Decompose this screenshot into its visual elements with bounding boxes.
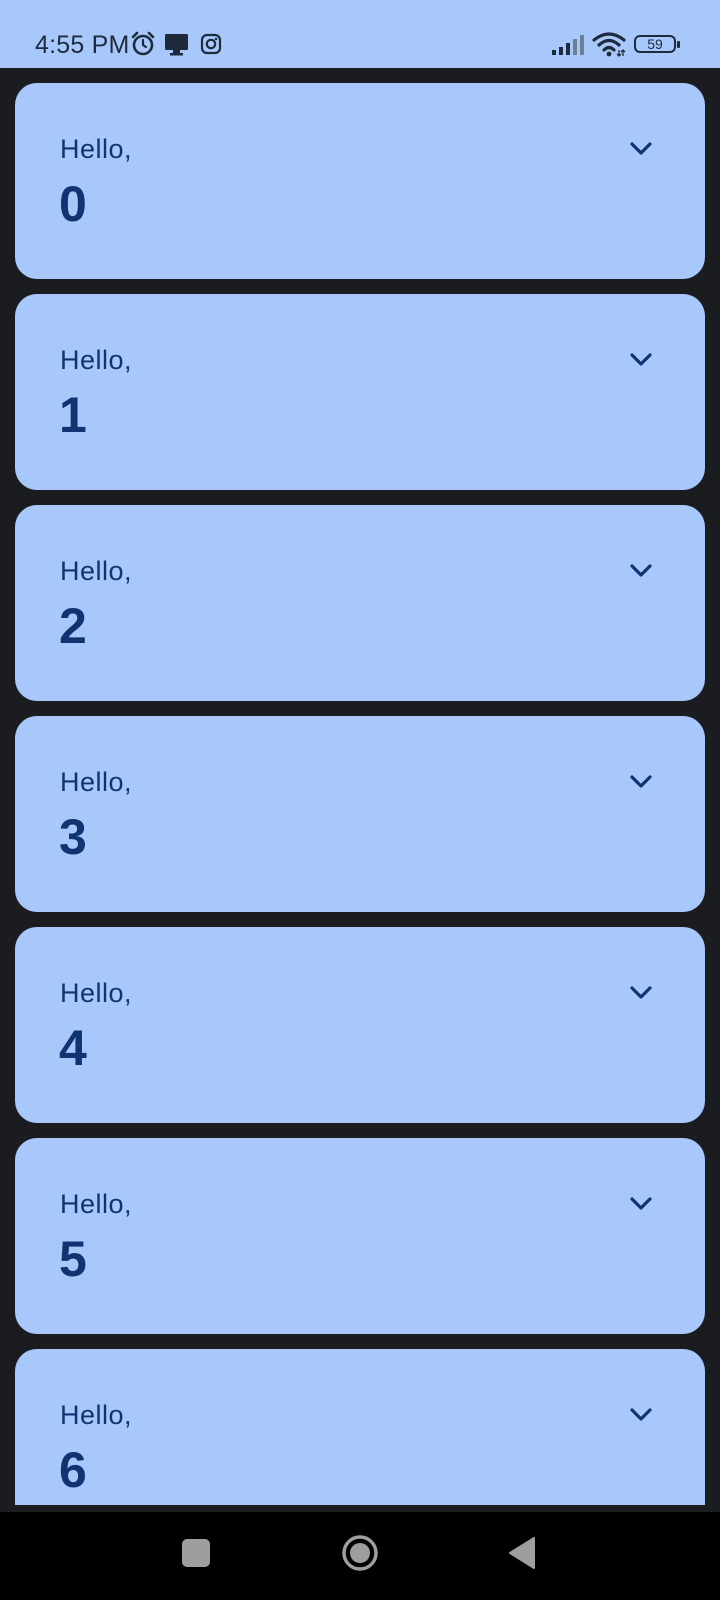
card-greeting: Hello, — [60, 345, 133, 375]
chevron-down-icon[interactable] — [627, 560, 655, 582]
expandable-card[interactable]: Hello, 6 — [15, 1349, 705, 1505]
battery-level: 59 — [647, 36, 663, 52]
home-icon[interactable] — [341, 1534, 379, 1572]
signal-icon — [552, 35, 584, 55]
card-greeting: Hello, — [60, 767, 133, 797]
chevron-down-icon[interactable] — [627, 1404, 655, 1426]
expandable-card[interactable]: Hello, 0 — [15, 83, 705, 279]
card-number: 0 — [59, 176, 87, 232]
instagram-icon — [200, 33, 222, 55]
cast-screen-icon — [165, 34, 188, 56]
battery-icon: 59 — [634, 35, 680, 53]
back-icon[interactable] — [508, 1536, 536, 1570]
expandable-card[interactable]: Hello, 3 — [15, 716, 705, 912]
chevron-down-icon[interactable] — [627, 771, 655, 793]
card-number: 5 — [59, 1231, 87, 1287]
status-bar: 4:55 PM 59 — [0, 0, 720, 68]
card-greeting: Hello, — [60, 556, 133, 586]
card-greeting: Hello, — [60, 1400, 133, 1430]
expandable-card[interactable]: Hello, 2 — [15, 505, 705, 701]
card-number: 4 — [59, 1020, 87, 1076]
chevron-down-icon[interactable] — [627, 138, 655, 160]
card-number: 1 — [59, 387, 87, 443]
card-list[interactable]: Hello, 0 Hello, 1 Hello, 2 Hello, 3 Hell… — [0, 68, 720, 1505]
expandable-card[interactable]: Hello, 4 — [15, 927, 705, 1123]
navigation-bar — [0, 1512, 720, 1600]
wifi-icon — [592, 32, 626, 57]
status-time: 4:55 PM — [35, 31, 130, 59]
chevron-down-icon[interactable] — [627, 1193, 655, 1215]
card-greeting: Hello, — [60, 1189, 133, 1219]
card-number: 3 — [59, 809, 87, 865]
card-number: 2 — [59, 598, 87, 654]
alarm-icon — [131, 31, 155, 56]
chevron-down-icon[interactable] — [627, 982, 655, 1004]
expandable-card[interactable]: Hello, 5 — [15, 1138, 705, 1334]
chevron-down-icon[interactable] — [627, 349, 655, 371]
card-number: 6 — [59, 1442, 87, 1498]
recents-icon[interactable] — [182, 1539, 210, 1567]
card-greeting: Hello, — [60, 978, 133, 1008]
expandable-card[interactable]: Hello, 1 — [15, 294, 705, 490]
card-greeting: Hello, — [60, 134, 133, 164]
